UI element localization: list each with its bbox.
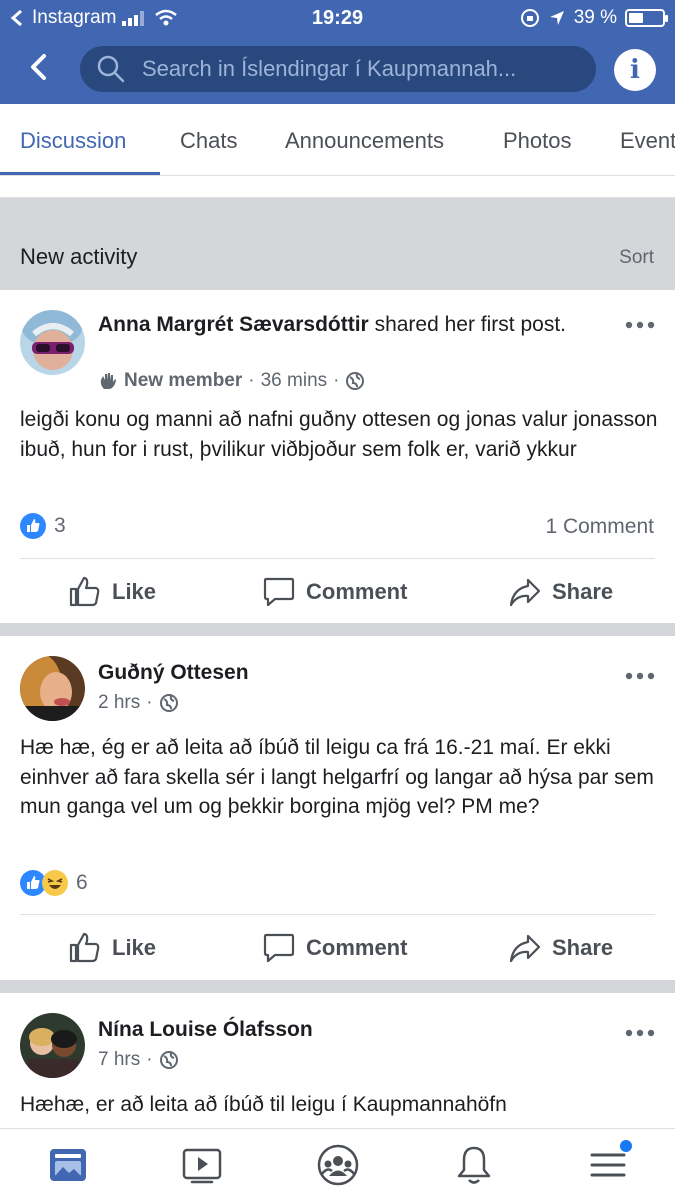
post-actions: Like Comment Share	[0, 923, 675, 973]
group-info-button[interactable]: i	[614, 49, 656, 91]
meta-dot: ·	[146, 1049, 153, 1070]
section-title: New activity	[20, 244, 138, 269]
feed-post: Guðný Ottesen 2 hrs · Hæ hæ, ég er að le…	[0, 636, 675, 980]
comment-count[interactable]: 1 Comment	[545, 515, 654, 539]
composer-strip	[0, 176, 675, 198]
post-actions: Like Comment Share	[0, 567, 675, 617]
avatar[interactable]	[20, 656, 85, 721]
groups-icon[interactable]	[316, 1143, 360, 1187]
like-button[interactable]: Like	[68, 931, 156, 965]
post-meta: 2 hrs ·	[98, 692, 179, 714]
tab-discussion[interactable]: Discussion	[20, 128, 126, 154]
meta-dot: ·	[248, 370, 255, 391]
status-bar: Instagram 19:29 39 %	[0, 0, 675, 36]
tab-events[interactable]: Event	[620, 128, 675, 154]
sort-button[interactable]: Sort	[619, 247, 654, 269]
notifications-bell-icon[interactable]	[452, 1143, 496, 1187]
like-label: Like	[112, 935, 157, 960]
new-activity-header: New activity Sort	[0, 198, 675, 290]
reaction-summary[interactable]: 3	[20, 513, 66, 539]
post-text: Hæ hæ, ég er að leita að íbúð til leigu …	[20, 736, 654, 818]
post-header: Guðný Ottesen	[98, 658, 618, 687]
globe-icon	[346, 372, 365, 390]
menu-notification-dot	[620, 1140, 632, 1152]
back-arrow-icon[interactable]	[22, 50, 56, 84]
reaction-summary[interactable]: 6	[20, 870, 88, 896]
post-text: Hæhæ, er að leita að íbúð til leigu í Ka…	[20, 1093, 507, 1116]
share-button[interactable]: Share	[508, 575, 613, 609]
author-name[interactable]: Anna Margrét Sævarsdóttir	[98, 313, 369, 336]
comment-button[interactable]: Comment	[262, 575, 407, 609]
reaction-count: 3	[54, 514, 66, 537]
meta-dot: ·	[333, 370, 340, 391]
comment-icon	[263, 933, 295, 963]
post-time[interactable]: 36 mins	[261, 370, 328, 392]
globe-icon	[159, 1051, 178, 1069]
globe-icon	[159, 694, 178, 712]
reaction-count: 6	[76, 871, 88, 894]
member-badge: New member	[124, 370, 243, 391]
like-reaction-icon	[20, 513, 46, 539]
watch-video-icon[interactable]	[180, 1143, 224, 1187]
post-header: Nína Louise Ólafsson	[98, 1015, 618, 1044]
author-name[interactable]: Nína Louise Ólafsson	[98, 1018, 313, 1041]
post-header: Anna Margrét Sævarsdóttir shared her fir…	[98, 310, 618, 339]
feed-post: Anna Margrét Sævarsdóttir shared her fir…	[0, 290, 675, 623]
divider	[20, 558, 655, 559]
avatar[interactable]	[20, 310, 85, 375]
comment-label: Comment	[306, 579, 408, 604]
location-icon	[549, 11, 564, 25]
post-time[interactable]: 2 hrs	[98, 692, 140, 714]
haha-reaction-icon	[42, 870, 68, 896]
post-meta: 7 hrs ·	[98, 1049, 179, 1071]
tab-chats[interactable]: Chats	[180, 128, 237, 154]
share-label: Share	[552, 935, 614, 960]
post-meta: New member · 36 mins ·	[98, 370, 365, 392]
tab-photos[interactable]: Photos	[503, 128, 572, 154]
like-label: Like	[112, 579, 157, 604]
author-name[interactable]: Guðný Ottesen	[98, 661, 249, 684]
comment-label: Comment	[306, 935, 408, 960]
rotation-lock-icon	[520, 9, 539, 27]
thumbs-up-icon	[69, 932, 100, 963]
group-tabs: Discussion Chats Announcements Photos Ev…	[0, 104, 675, 176]
comment-button[interactable]: Comment	[262, 931, 407, 965]
share-button[interactable]: Share	[508, 931, 613, 965]
search-placeholder: Search in Íslendingar í Kaupmannah...	[142, 56, 517, 81]
comment-icon	[263, 577, 295, 607]
avatar[interactable]	[20, 1013, 85, 1078]
thumbs-up-icon	[69, 576, 100, 607]
more-options-icon[interactable]	[625, 671, 655, 681]
battery-percent: 39 %	[573, 7, 617, 28]
battery-icon	[625, 9, 668, 27]
group-search-input[interactable]: Search in Íslendingar í Kaupmannah...	[80, 46, 596, 92]
post-text: leigði konu og manni að nafni guðny otte…	[20, 408, 658, 461]
more-options-icon[interactable]	[625, 1028, 655, 1038]
search-icon	[97, 55, 125, 83]
wave-hand-icon	[100, 373, 116, 389]
divider	[20, 914, 655, 915]
news-feed-icon[interactable]	[46, 1143, 90, 1187]
feed-post: Nína Louise Ólafsson 7 hrs · Hæhæ, er að…	[0, 993, 675, 1128]
bottom-navigation	[0, 1128, 675, 1200]
like-button[interactable]: Like	[68, 575, 156, 609]
more-options-icon[interactable]	[625, 320, 655, 330]
share-icon	[509, 578, 541, 607]
post-action-text: shared her first post.	[368, 313, 566, 336]
top-bar: Instagram 19:29 39 % Search in Íslending…	[0, 0, 675, 104]
share-icon	[509, 934, 541, 963]
tab-announcements[interactable]: Announcements	[285, 128, 444, 154]
active-tab-indicator	[0, 172, 160, 175]
post-time[interactable]: 7 hrs	[98, 1049, 140, 1071]
share-label: Share	[552, 579, 614, 604]
meta-dot: ·	[146, 692, 153, 713]
